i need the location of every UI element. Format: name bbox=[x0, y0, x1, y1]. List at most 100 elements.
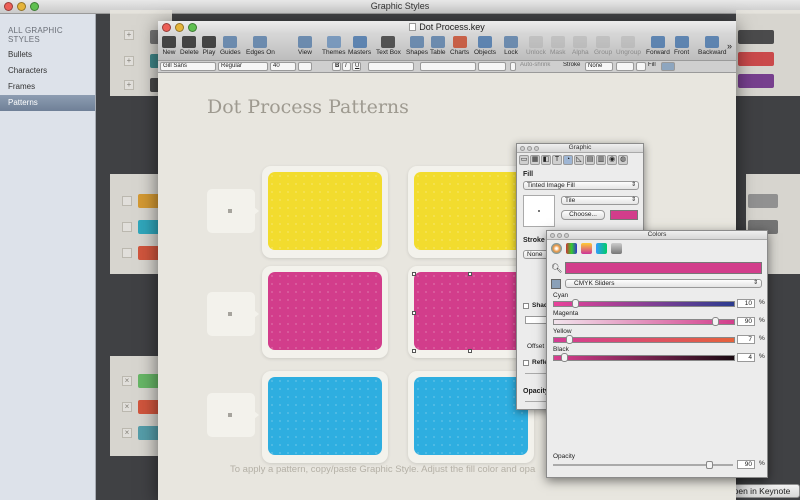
toolbar-ungroup-button[interactable]: Ungroup bbox=[616, 36, 641, 56]
document-inspector-icon[interactable]: ▭ bbox=[519, 155, 529, 165]
add-icon[interactable]: + bbox=[124, 56, 134, 66]
vertical-align-buttons[interactable] bbox=[478, 62, 506, 71]
fill-type-select[interactable]: Tinted Image Fill bbox=[523, 181, 639, 190]
black-field[interactable]: 4 bbox=[737, 353, 755, 362]
pattern-tile[interactable] bbox=[268, 377, 382, 455]
text-inspector-icon[interactable]: T bbox=[552, 155, 562, 165]
toolbar-edges-on-button[interactable]: Edges On bbox=[246, 36, 275, 56]
color-sliders-icon[interactable] bbox=[566, 243, 577, 254]
cyan-field[interactable]: 10 bbox=[737, 299, 755, 308]
toolbar-unlock-button[interactable]: Unlock bbox=[526, 36, 546, 56]
slide-footer-text[interactable]: To apply a pattern, copy/paste Graphic S… bbox=[230, 464, 535, 475]
autoshrink-checkbox[interactable] bbox=[510, 62, 516, 71]
cyan-slider-thumb[interactable] bbox=[572, 299, 579, 308]
toolbar-shapes-button[interactable]: Shapes bbox=[406, 36, 428, 56]
toolbar-new-button[interactable]: New bbox=[162, 36, 176, 56]
toolbar-guides-button[interactable]: Guides bbox=[220, 36, 241, 56]
toolbar-view-button[interactable]: View bbox=[298, 36, 312, 56]
magenta-slider[interactable] bbox=[553, 317, 735, 326]
fill-color-well[interactable] bbox=[661, 62, 675, 71]
toolbar-group-button[interactable]: Group bbox=[594, 36, 612, 56]
alignment-buttons[interactable] bbox=[368, 62, 414, 71]
slide-inspector-icon[interactable]: ▦ bbox=[530, 155, 540, 165]
toolbar-delete-button[interactable]: Delete bbox=[180, 36, 199, 56]
toolbar-alpha-button[interactable]: Alpha bbox=[572, 36, 589, 56]
zoom-button[interactable] bbox=[564, 233, 569, 238]
magenta-slider-thumb[interactable] bbox=[712, 317, 719, 326]
hyperlink-inspector-icon[interactable]: ◉ bbox=[607, 155, 617, 165]
pattern-tile[interactable] bbox=[268, 172, 382, 250]
sidebar-item-characters[interactable]: Characters bbox=[0, 63, 95, 79]
close-icon[interactable]: × bbox=[122, 402, 132, 412]
metrics-inspector-icon[interactable]: ◺ bbox=[574, 155, 584, 165]
toolbar-front-button[interactable]: Front bbox=[674, 36, 689, 56]
toolbar-backward-button[interactable]: Backward bbox=[698, 36, 727, 56]
opacity-slider[interactable] bbox=[525, 401, 547, 402]
line-spacing-select[interactable] bbox=[420, 62, 476, 71]
image-palettes-icon[interactable] bbox=[596, 243, 607, 254]
black-slider-thumb[interactable] bbox=[561, 353, 568, 362]
pattern-tile[interactable] bbox=[268, 272, 382, 350]
color-wheel-icon[interactable] bbox=[551, 243, 562, 254]
selection-handle[interactable] bbox=[468, 349, 472, 353]
minimize-button[interactable] bbox=[527, 146, 532, 151]
bold-button[interactable]: B bbox=[332, 62, 341, 71]
toolbar-mask-button[interactable]: Mask bbox=[550, 36, 566, 56]
stroke-select[interactable]: None bbox=[585, 62, 613, 71]
image-scale-select[interactable]: Tile bbox=[561, 196, 639, 205]
pattern-tile-frame[interactable] bbox=[262, 266, 388, 358]
text-color-well[interactable] bbox=[298, 62, 312, 71]
selection-handle[interactable] bbox=[412, 311, 416, 315]
current-color-well[interactable] bbox=[565, 262, 762, 274]
label-bubble[interactable] bbox=[207, 189, 259, 233]
quicktime-inspector-icon[interactable]: ◍ bbox=[618, 155, 628, 165]
toolbar-forward-button[interactable]: Forward bbox=[646, 36, 670, 56]
graphic-inspector-icon[interactable]: ◔ bbox=[563, 155, 573, 165]
label-bubble[interactable] bbox=[207, 292, 259, 336]
table-inspector-icon[interactable]: ▤ bbox=[585, 155, 595, 165]
toolbar-objects-button[interactable]: Objects bbox=[474, 36, 496, 56]
yellow-slider-thumb[interactable] bbox=[566, 335, 573, 344]
sidebar-item-bullets[interactable]: Bullets bbox=[0, 47, 95, 63]
add-icon[interactable] bbox=[122, 196, 132, 206]
color-palettes-icon[interactable] bbox=[581, 243, 592, 254]
selection-handle[interactable] bbox=[468, 272, 472, 276]
add-icon[interactable]: + bbox=[124, 80, 134, 90]
font-size-select[interactable]: 40 bbox=[270, 62, 296, 71]
opacity-slider-thumb[interactable] bbox=[706, 461, 713, 469]
label-bubble[interactable] bbox=[207, 393, 259, 437]
opacity-field[interactable]: 90 bbox=[737, 460, 755, 469]
selection-handle[interactable] bbox=[412, 272, 416, 276]
close-icon[interactable]: × bbox=[122, 428, 132, 438]
pattern-tile[interactable] bbox=[414, 172, 528, 250]
toolbar-lock-button[interactable]: Lock bbox=[504, 36, 518, 56]
magnifier-icon[interactable]: 🔍︎ bbox=[551, 263, 562, 274]
add-icon[interactable]: + bbox=[124, 30, 134, 40]
toolbar-masters-button[interactable]: Masters bbox=[348, 36, 371, 56]
zoom-button[interactable] bbox=[534, 146, 539, 151]
pattern-tile-frame[interactable] bbox=[262, 166, 388, 258]
reflection-slider[interactable] bbox=[525, 373, 547, 374]
pattern-tile[interactable] bbox=[414, 377, 528, 455]
cyan-slider[interactable] bbox=[553, 299, 735, 308]
transition-inspector-icon[interactable]: ◧ bbox=[541, 155, 551, 165]
font-family-select[interactable]: Gill Sans bbox=[160, 62, 216, 71]
slide-title[interactable]: Dot Process Patterns bbox=[207, 96, 409, 118]
reflection-checkbox[interactable] bbox=[523, 360, 529, 366]
add-icon[interactable] bbox=[122, 248, 132, 258]
toolbar-overflow-icon[interactable]: » bbox=[727, 41, 732, 51]
background-slide[interactable] bbox=[736, 10, 800, 96]
shadow-color-well[interactable] bbox=[525, 316, 547, 324]
toolbar-play-button[interactable]: Play bbox=[202, 36, 216, 56]
toolbar-themes-button[interactable]: Themes bbox=[322, 36, 345, 56]
minimize-button[interactable] bbox=[557, 233, 562, 238]
stroke-color-well[interactable] bbox=[636, 62, 646, 71]
sidebar-header[interactable]: ALL GRAPHIC STYLES bbox=[0, 14, 95, 47]
toolbar-charts-button[interactable]: Charts bbox=[450, 36, 469, 56]
pattern-tile-selected[interactable] bbox=[414, 272, 528, 350]
fill-image-well[interactable] bbox=[523, 195, 555, 227]
black-slider[interactable] bbox=[553, 353, 735, 362]
close-button[interactable] bbox=[520, 146, 525, 151]
selection-handle[interactable] bbox=[412, 349, 416, 353]
choose-image-button[interactable]: Choose... bbox=[561, 210, 605, 220]
